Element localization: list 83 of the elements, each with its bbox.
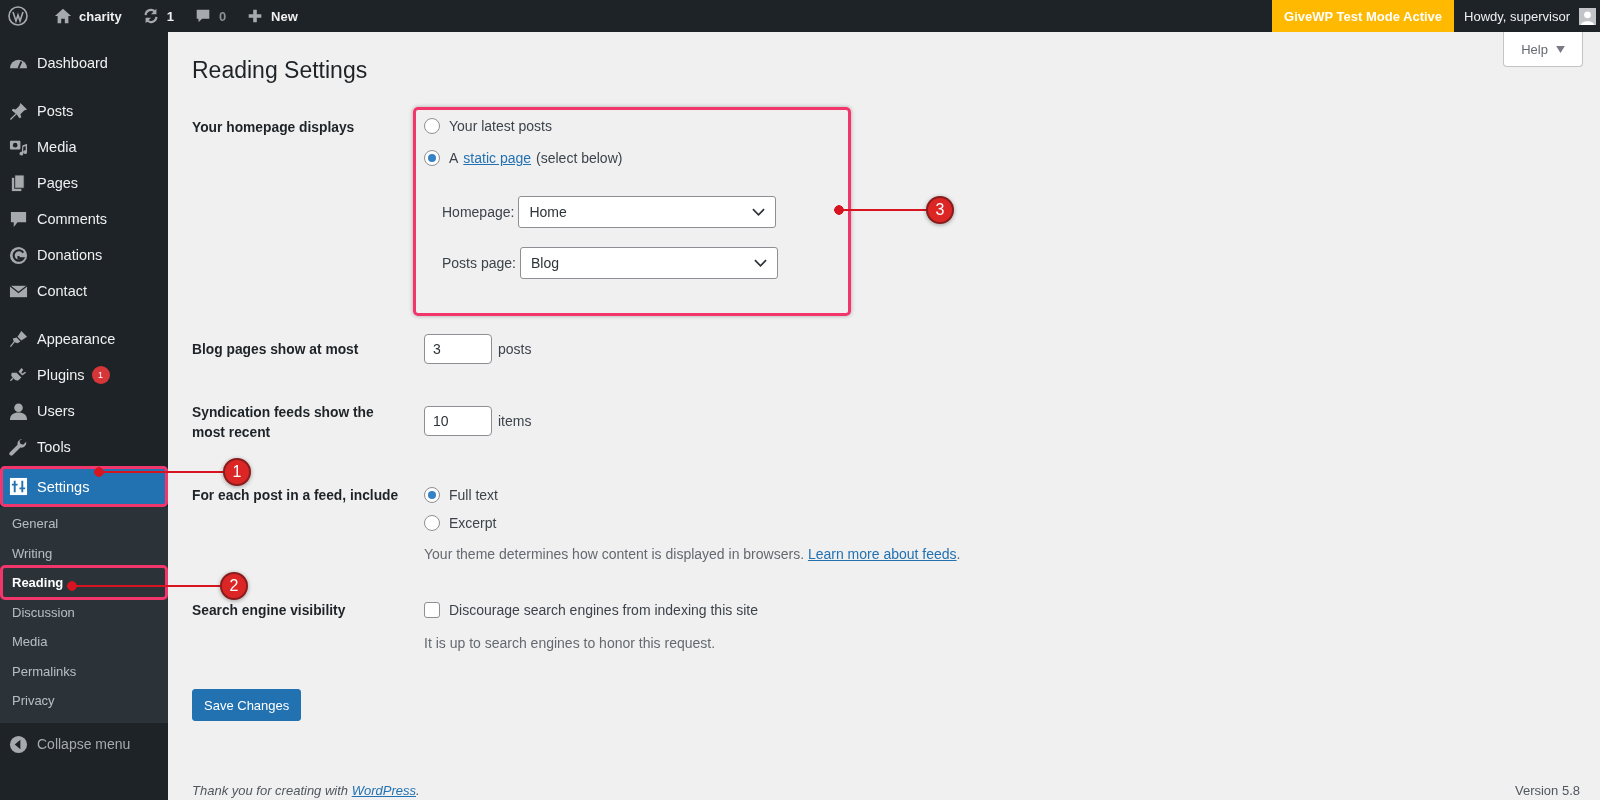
speech-bubble-icon — [9, 209, 28, 229]
save-changes-button[interactable]: Save Changes — [192, 689, 302, 721]
updates-link[interactable]: 1 — [131, 0, 184, 32]
radio-button[interactable] — [424, 150, 440, 166]
checkbox-label: Discourage search engines from indexing this site — [449, 601, 758, 620]
updates-count: 1 — [166, 8, 174, 24]
new-link[interactable]: New — [236, 0, 308, 32]
setting-label: Your homepage displays — [192, 119, 355, 137]
page-select[interactable]: Home — [518, 196, 777, 228]
site-name: charity — [79, 8, 122, 24]
wordpress-logo-icon[interactable] — [8, 6, 28, 26]
sidebar-item[interactable]: Users — [0, 393, 168, 429]
radio-label: Full text — [449, 486, 498, 505]
settings-icon — [9, 477, 28, 496]
footer-text: Thank you for creating with — [192, 783, 349, 798]
checkbox[interactable] — [424, 602, 440, 618]
submenu-item[interactable]: Reading — [0, 565, 168, 600]
user-icon — [9, 401, 28, 421]
sidebar-item[interactable]: Dashboard — [0, 45, 168, 81]
select-label: Posts page: — [442, 254, 516, 273]
sidebar-item[interactable]: Contact — [0, 273, 168, 309]
wordpress-link[interactable]: WordPress — [351, 783, 416, 798]
radio-button[interactable] — [424, 515, 440, 531]
comments-count: 0 — [218, 8, 227, 24]
pin-icon — [9, 101, 28, 121]
update-count-badge: 1 — [91, 366, 110, 384]
sidebar-item[interactable]: Comments — [0, 201, 168, 237]
unit-label: posts — [498, 340, 532, 359]
donation-icon — [9, 245, 28, 265]
description-text: It is up to search engines to honor this request. — [424, 634, 717, 653]
callout-number: 1 — [223, 458, 251, 486]
sidebar-item[interactable]: Appearance — [0, 321, 168, 357]
sidebar-item[interactable]: Media — [0, 129, 168, 165]
unit-label: items — [498, 412, 532, 431]
learn-more-link[interactable]: Learn more about feeds — [807, 546, 957, 562]
select-label: Homepage: — [442, 203, 515, 222]
radio-label-note: (select below) — [536, 149, 623, 168]
sidebar-item[interactable]: Posts — [0, 93, 168, 129]
avatar-icon — [1579, 7, 1596, 25]
comments-link[interactable]: 0 — [183, 0, 237, 32]
callout-number: 2 — [220, 572, 248, 600]
version-text: Version 5.8 — [1514, 783, 1580, 798]
page-title: Reading Settings — [192, 56, 369, 85]
chevron-down-icon — [752, 208, 766, 216]
account-menu[interactable]: Howdy, supervisor — [1454, 0, 1600, 32]
callout-number: 3 — [926, 196, 954, 224]
pages-icon — [9, 173, 28, 193]
submenu-item[interactable]: Permalinks — [0, 656, 168, 686]
submenu-item[interactable]: Discussion — [0, 597, 168, 627]
site-name-link[interactable]: charity — [44, 0, 132, 32]
wrench-icon — [9, 437, 28, 457]
help-tab-button[interactable]: Help — [1503, 32, 1583, 67]
caret-icon — [1555, 45, 1565, 53]
sidebar-item[interactable]: Tools — [0, 429, 168, 465]
submenu-item[interactable]: Media — [0, 627, 168, 657]
description-period: . — [956, 546, 961, 562]
footer-period: . — [416, 783, 420, 798]
sidebar-item[interactable]: Pages — [0, 165, 168, 201]
description-text: Your theme determines how content is displayed in browsers. — [424, 546, 805, 562]
collapse-menu-button[interactable]: Collapse menu — [0, 722, 168, 766]
submenu-item[interactable]: Writing — [0, 538, 168, 568]
setting-label: Search engine visibility — [192, 602, 346, 620]
submenu-item[interactable]: General — [0, 509, 168, 539]
radio-label: A — [449, 149, 459, 168]
setting-label: Blog pages show at most — [192, 341, 359, 359]
sidebar-item[interactable]: Plugins 1 — [0, 357, 168, 393]
number-input[interactable]: 10 — [424, 406, 492, 436]
chevron-down-icon — [753, 259, 767, 267]
radio-button[interactable] — [424, 118, 440, 134]
greeting: Howdy, supervisor — [1464, 8, 1570, 24]
sidebar-item[interactable]: Donations — [0, 237, 168, 273]
number-input[interactable]: 3 — [424, 334, 492, 364]
radio-label: Excerpt — [449, 514, 497, 533]
home-icon — [54, 7, 72, 25]
submenu-item[interactable]: Privacy — [0, 686, 168, 716]
radio-label: Your latest posts — [449, 117, 552, 136]
static-page-link[interactable]: static page — [463, 148, 532, 168]
setting-label: Syndication feeds show the most recent — [192, 404, 375, 442]
new-label: New — [271, 8, 298, 24]
radio-button[interactable] — [424, 487, 440, 503]
setting-label: For each post in a feed, include — [192, 487, 399, 505]
page-select[interactable]: Blog — [519, 247, 778, 279]
paintbrush-icon — [9, 329, 28, 349]
